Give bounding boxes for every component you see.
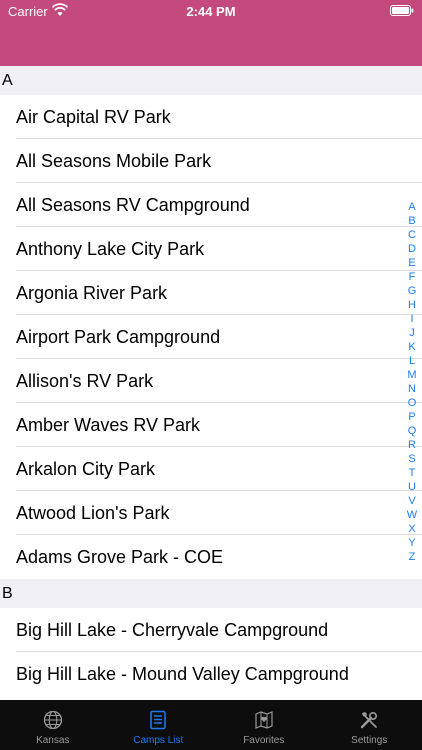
index-letter[interactable]: L: [409, 354, 415, 368]
list-item[interactable]: Airport Park Campground: [0, 315, 422, 359]
battery-icon: [390, 5, 414, 16]
index-letter[interactable]: Y: [408, 536, 415, 550]
tab-label: Settings: [351, 735, 388, 746]
map-heart-icon: [255, 711, 273, 729]
index-letter[interactable]: P: [408, 410, 415, 424]
index-letter[interactable]: K: [408, 340, 415, 354]
list-item[interactable]: Atwood Lion's Park: [0, 491, 422, 535]
index-letter[interactable]: S: [408, 452, 415, 466]
index-letter[interactable]: X: [408, 522, 415, 536]
index-letter[interactable]: A: [408, 200, 415, 214]
tab-bar: Kansas Camps List Favorites Settings: [0, 700, 422, 750]
list-item[interactable]: All Seasons Mobile Park: [0, 139, 422, 183]
index-letter[interactable]: D: [408, 242, 416, 256]
tab-label: Favorites: [243, 735, 285, 746]
list-icon: [150, 710, 166, 730]
section-index[interactable]: ABCDEFGHIJKLMNOPQRSTUVWXYZ: [406, 200, 418, 564]
index-letter[interactable]: H: [408, 298, 416, 312]
tab-favorites[interactable]: Favorites: [211, 700, 317, 750]
index-letter[interactable]: F: [409, 270, 416, 284]
status-bar: Carrier 2:44 PM: [0, 0, 422, 22]
list-item[interactable]: Air Capital RV Park: [0, 95, 422, 139]
index-letter[interactable]: C: [408, 228, 416, 242]
index-letter[interactable]: N: [408, 382, 416, 396]
tab-label: Kansas: [36, 735, 70, 746]
tab-settings[interactable]: Settings: [317, 700, 422, 750]
tab-kansas[interactable]: Kansas: [0, 700, 106, 750]
index-letter[interactable]: M: [407, 368, 416, 382]
section-header: B: [0, 579, 422, 608]
index-letter[interactable]: Z: [409, 550, 416, 564]
section-header: A: [0, 66, 422, 95]
index-letter[interactable]: I: [410, 312, 413, 326]
tools-icon: [361, 711, 378, 729]
camps-list[interactable]: A Air Capital RV Park All Seasons Mobile P…: [0, 66, 422, 700]
list-item[interactable]: Big Hill Lake - Cherryvale Campground: [0, 608, 422, 652]
list-item[interactable]: Anthony Lake City Park: [0, 227, 422, 271]
list-item[interactable]: Adams Grove Park - COE: [0, 535, 422, 579]
index-letter[interactable]: B: [408, 214, 415, 228]
index-letter[interactable]: T: [409, 466, 416, 480]
index-letter[interactable]: E: [408, 256, 415, 270]
index-letter[interactable]: J: [409, 326, 415, 340]
index-letter[interactable]: Q: [408, 424, 417, 438]
index-letter[interactable]: W: [407, 508, 417, 522]
list-item[interactable]: Arkalon City Park: [0, 447, 422, 491]
list-item[interactable]: Allison's RV Park: [0, 359, 422, 403]
list-item[interactable]: All Seasons RV Campground: [0, 183, 422, 227]
list-item[interactable]: Amber Waves RV Park: [0, 403, 422, 447]
list-item[interactable]: Argonia River Park: [0, 271, 422, 315]
index-letter[interactable]: O: [408, 396, 417, 410]
index-letter[interactable]: V: [408, 494, 415, 508]
nav-header: Carrier 2:44 PM: [0, 0, 422, 66]
tab-camps-list[interactable]: Camps List: [106, 700, 212, 750]
list-item[interactable]: Big Hill Lake - Mound Valley Campground: [0, 652, 422, 696]
index-letter[interactable]: U: [408, 480, 416, 494]
index-letter[interactable]: R: [408, 438, 416, 452]
tab-label: Camps List: [133, 735, 184, 746]
globe-icon: [43, 710, 62, 730]
status-time: 2:44 PM: [186, 4, 236, 19]
index-letter[interactable]: G: [408, 284, 417, 298]
